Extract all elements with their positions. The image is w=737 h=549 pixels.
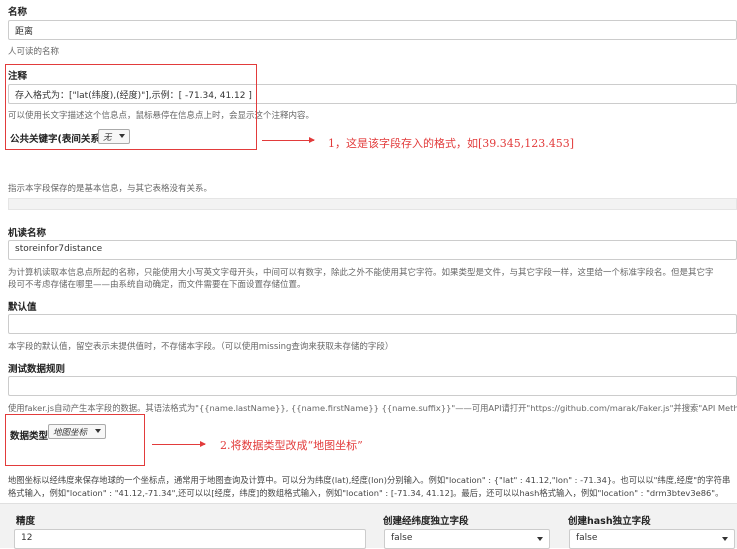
geo-help-1: 地图坐标以经纬度来保存地球的一个坐标点，通常用于地图查询及计算中。可以分为纬度(… [8, 475, 731, 485]
create-hash-selected: false [576, 533, 598, 543]
create-hash-select[interactable]: false [569, 529, 735, 549]
section-help: 指示本字段保存的是基本信息，与其它表格没有关系。 [8, 184, 213, 194]
highlight-box-comment [5, 64, 257, 150]
test-rule-label: 测试数据规则 [8, 364, 66, 375]
test-rule-input[interactable] [8, 376, 737, 396]
test-rule-help: 使用faker.js自动产生本字段的数据。其语法格式为"{{name.lastN… [8, 403, 737, 413]
arrow-right-icon [152, 441, 206, 447]
arrow-right-icon [262, 137, 315, 143]
default-value-input[interactable] [8, 314, 737, 334]
default-value-help: 本字段的默认值，留空表示未提供值时，不存储本字段。（可以使用missing查询来… [8, 342, 394, 352]
machine-name-help-1: 为计算机读取本信息点所起的名称，只能使用大小写英文字母开头，中间可以有数字，除此… [8, 268, 714, 278]
default-value-label: 默认值 [8, 302, 37, 313]
machine-name-input[interactable]: storeinfor7distance [8, 240, 737, 260]
create-latlon-selected: false [391, 533, 413, 543]
create-latlon-select[interactable]: false [384, 529, 550, 549]
annotation-1: 1，这是该字段存入的格式，如[39.345,123.453] [328, 137, 575, 150]
machine-name-help-2: 段可不考虑存储在哪里——由系统自动确定，而文件需要在下面设置存储位置。 [8, 280, 306, 290]
geo-help-2: 格式输入，例如"location" : "41.12,-71.34",还可以以[… [8, 488, 724, 498]
create-hash-label: 创建hash独立字段 [568, 516, 651, 527]
name-help: 人可读的名称 [8, 47, 60, 57]
name-input[interactable]: 距离 [8, 20, 737, 40]
precision-label: 精度 [16, 516, 36, 527]
name-label: 名称 [8, 7, 28, 18]
highlight-box-data-type [5, 414, 145, 466]
chevron-down-icon [537, 537, 543, 541]
machine-name-label: 机读名称 [8, 228, 47, 239]
create-latlon-label: 创建经纬度独立字段 [383, 516, 469, 527]
section-divider [8, 198, 737, 210]
annotation-2: 2.将数据类型改成“地图坐标” [220, 439, 363, 452]
chevron-down-icon [722, 537, 728, 541]
precision-input[interactable]: 12 [14, 529, 366, 549]
